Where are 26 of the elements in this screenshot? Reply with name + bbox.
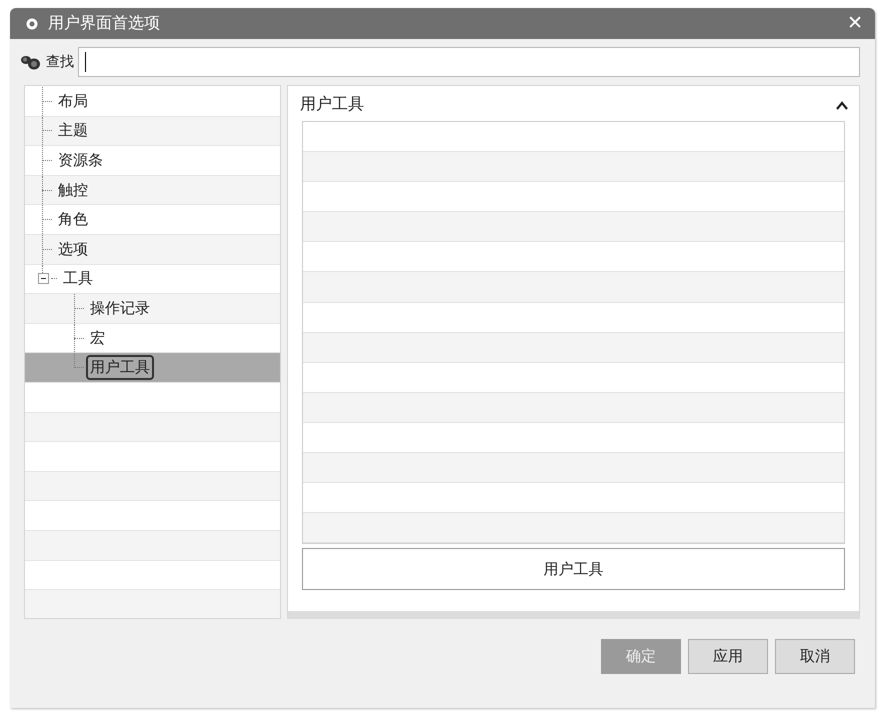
tree-label: 触控 bbox=[57, 180, 89, 201]
dialog-button[interactable]: 应用 bbox=[688, 639, 768, 674]
tree-label: 布局 bbox=[57, 92, 89, 112]
user-tools-button[interactable]: 用户工具 bbox=[302, 548, 845, 590]
tree-item[interactable]: 选项 bbox=[25, 234, 280, 265]
tree-item[interactable]: 用户工具 bbox=[25, 353, 280, 383]
search-field[interactable] bbox=[78, 47, 860, 77]
tree-label: 资源条 bbox=[57, 150, 104, 171]
dialog-button[interactable]: 取消 bbox=[775, 639, 855, 674]
close-button[interactable]: ✕ bbox=[843, 12, 867, 35]
tree-label: 选项 bbox=[57, 240, 89, 260]
tree-label: 主题 bbox=[57, 121, 89, 142]
section-title: 用户工具 bbox=[300, 94, 364, 115]
search-label: 查找 bbox=[46, 53, 74, 71]
tree-item[interactable]: 主题 bbox=[25, 116, 280, 146]
tree-label: 角色 bbox=[57, 210, 89, 230]
tree-item[interactable]: 操作记录 bbox=[25, 294, 280, 324]
tree-item[interactable]: 触控 bbox=[25, 176, 280, 206]
binoculars-icon bbox=[20, 54, 42, 70]
chevron-icon[interactable] bbox=[835, 100, 849, 110]
tree-label: 用户工具 bbox=[86, 355, 154, 380]
tree-label: 宏 bbox=[89, 328, 106, 349]
window-title: 用户界面首选项 bbox=[48, 14, 161, 34]
tree-label: 操作记录 bbox=[89, 298, 151, 319]
tree-label: 工具 bbox=[62, 269, 94, 290]
collapse-icon[interactable] bbox=[38, 273, 49, 284]
